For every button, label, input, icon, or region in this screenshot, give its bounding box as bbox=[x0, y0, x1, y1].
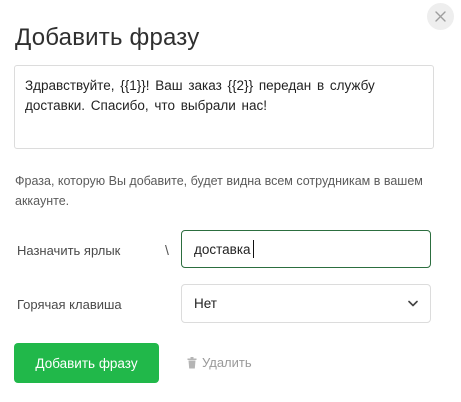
add-phrase-button[interactable]: Добавить фразу bbox=[14, 343, 159, 383]
trash-icon bbox=[187, 356, 197, 368]
delete-button[interactable]: Удалить bbox=[187, 355, 252, 370]
close-button[interactable] bbox=[427, 3, 454, 30]
hotkey-label: Горячая клавиша bbox=[17, 297, 122, 312]
dialog-title: Добавить фразу bbox=[15, 24, 200, 51]
tag-input[interactable] bbox=[181, 230, 431, 268]
hotkey-select[interactable]: Нет bbox=[181, 284, 431, 323]
text-caret bbox=[253, 240, 254, 258]
chevron-down-icon bbox=[408, 300, 418, 307]
hotkey-selected-value: Нет bbox=[194, 296, 217, 311]
close-icon bbox=[435, 11, 446, 22]
phrase-textarea[interactable]: Здравствуйте, {{1}}! Ваш заказ {{2}} пер… bbox=[14, 65, 434, 149]
tag-label: Назначить ярлык bbox=[17, 243, 121, 258]
visibility-hint: Фраза, которую Вы добавите, будет видна … bbox=[15, 174, 423, 208]
delete-label: Удалить bbox=[202, 355, 252, 370]
tag-prefix: \ bbox=[165, 242, 169, 258]
add-phrase-dialog: Добавить фразу Здравствуйте, {{1}}! Ваш … bbox=[0, 0, 461, 402]
